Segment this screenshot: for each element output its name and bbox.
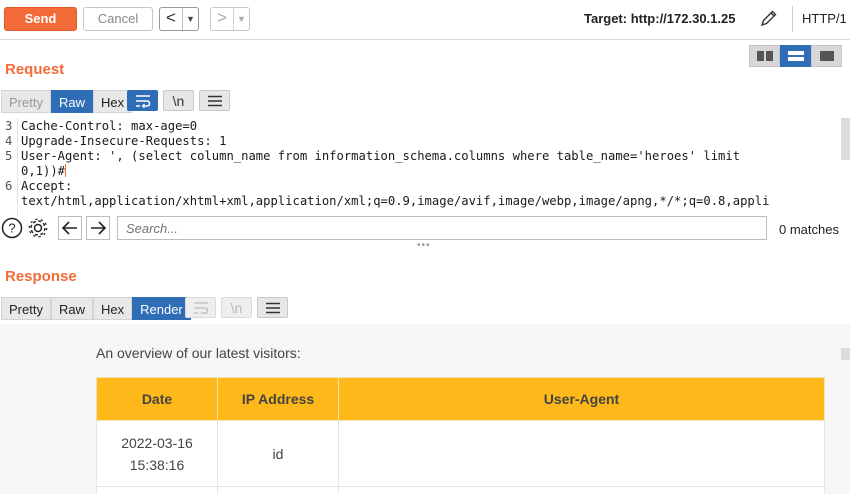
- forward-arrow-icon[interactable]: >: [211, 8, 233, 30]
- cancel-button[interactable]: Cancel: [83, 7, 153, 31]
- svg-text:?: ?: [8, 221, 15, 236]
- layout-single-icon[interactable]: [811, 45, 842, 67]
- rendered-response: An overview of our latest visitors: Date…: [0, 324, 850, 494]
- protocol-label[interactable]: HTTP/1: [802, 11, 847, 26]
- table-row: [96, 486, 825, 494]
- word-wrap-icon[interactable]: [127, 90, 158, 111]
- request-tabs: Pretty Raw Hex: [1, 90, 133, 113]
- response-tab-render[interactable]: Render: [132, 297, 191, 320]
- request-tab-raw[interactable]: Raw: [50, 90, 93, 113]
- visitors-table: Date IP Address User-Agent 2022-03-16 15:…: [96, 377, 825, 494]
- history-forward-group[interactable]: > ▼: [210, 7, 250, 31]
- table-header-date: Date: [96, 377, 218, 421]
- table-header-user-agent: User-Agent: [338, 377, 825, 421]
- table-cell-ip: id: [217, 420, 339, 487]
- pencil-icon[interactable]: [759, 8, 779, 28]
- request-tab-pretty[interactable]: Pretty: [1, 90, 51, 113]
- back-arrow-icon[interactable]: <: [160, 8, 182, 30]
- response-tabs: Pretty Raw Hex Render: [1, 297, 191, 320]
- table-row: 2022-03-16 15:38:16 id: [96, 420, 825, 487]
- search-input[interactable]: [117, 216, 767, 240]
- send-button[interactable]: Send: [4, 7, 77, 31]
- history-back-group[interactable]: < ▼: [159, 7, 199, 31]
- word-wrap-icon[interactable]: [185, 297, 216, 318]
- search-match-count: 0 matches: [779, 222, 839, 237]
- menu-icon[interactable]: [257, 297, 288, 318]
- newline-toggle-icon[interactable]: \n: [221, 297, 252, 318]
- pane-resize-handle[interactable]: •••: [417, 240, 431, 251]
- request-scrollbar[interactable]: [841, 118, 850, 160]
- help-icon[interactable]: ?: [0, 216, 24, 240]
- search-bar: ? 0 matches: [0, 214, 850, 242]
- text-caret: [65, 164, 67, 177]
- table-header-ip: IP Address: [217, 377, 339, 421]
- newline-toggle-icon[interactable]: \n: [163, 90, 194, 111]
- settings-icon[interactable]: [26, 216, 50, 240]
- response-title: Response: [5, 268, 77, 285]
- back-dropdown-icon[interactable]: ▼: [182, 8, 198, 30]
- table-header-row: Date IP Address User-Agent: [96, 377, 825, 421]
- arrow-right-icon[interactable]: [86, 216, 110, 240]
- main-toolbar: Send Cancel < ▼ > ▼ Target: http://172.3…: [0, 0, 850, 40]
- menu-icon[interactable]: [199, 90, 230, 111]
- response-tab-raw[interactable]: Raw: [50, 297, 93, 320]
- layout-split-icon[interactable]: [749, 45, 780, 67]
- response-tab-hex[interactable]: Hex: [92, 297, 133, 320]
- table-cell-date: 2022-03-16 15:38:16: [96, 420, 218, 487]
- editor-gutter: [17, 118, 18, 215]
- table-cell-user-agent: [338, 420, 825, 487]
- arrow-left-icon[interactable]: [58, 216, 82, 240]
- request-editor[interactable]: 3 Cache-Control: max-age=0 4 Upgrade-Insec…: [0, 118, 850, 215]
- toolbar-separator: [792, 6, 793, 32]
- forward-dropdown-icon[interactable]: ▼: [233, 8, 249, 30]
- layout-stacked-icon[interactable]: [780, 45, 811, 67]
- request-title: Request: [5, 61, 65, 78]
- layout-toggle-group: [749, 45, 842, 67]
- overview-text: An overview of our latest visitors:: [96, 345, 301, 361]
- response-tab-pretty[interactable]: Pretty: [1, 297, 51, 320]
- target-label: Target: http://172.30.1.25: [584, 11, 736, 26]
- response-scrollbar[interactable]: [841, 348, 850, 360]
